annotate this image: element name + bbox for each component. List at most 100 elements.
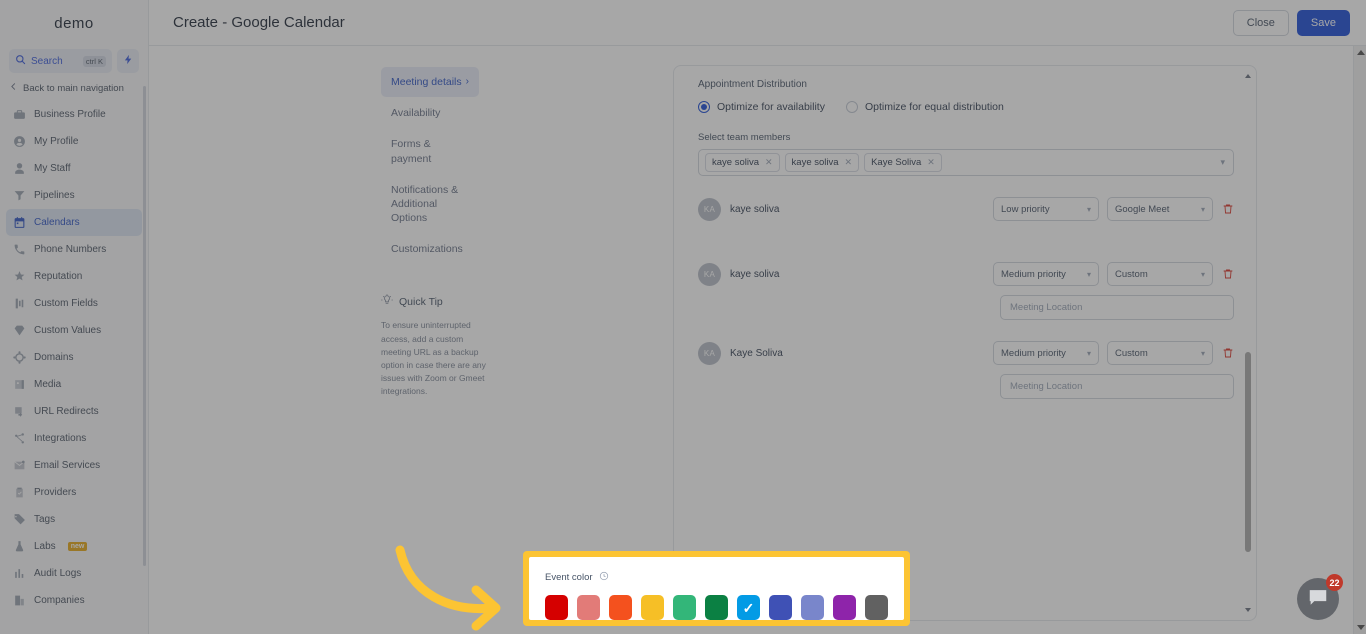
page-title: Create - Google Calendar xyxy=(173,14,345,31)
meeting-type-select[interactable]: Custom ▾ xyxy=(1107,341,1213,365)
sidebar-item-labs[interactable]: Labs new xyxy=(6,533,142,560)
sidebar-item-badge: new xyxy=(67,542,88,551)
card-scroll-up-icon[interactable] xyxy=(1244,72,1252,80)
sidebar-item-audit-logs[interactable]: Audit Logs xyxy=(6,560,142,587)
sidebar-item-calendars[interactable]: Calendars xyxy=(6,209,142,236)
meeting-type-select[interactable]: Custom ▾ xyxy=(1107,262,1213,286)
meeting-location-placeholder: Meeting Location xyxy=(1010,302,1083,313)
event-color-header: Event color xyxy=(545,568,888,586)
bar-chart-icon xyxy=(13,567,26,580)
flask-icon xyxy=(13,540,26,553)
sidebar-item-label: URL Redirects xyxy=(34,406,99,417)
color-swatch-dark-green[interactable] xyxy=(705,595,728,620)
priority-select[interactable]: Medium priority ▾ xyxy=(993,341,1099,365)
color-swatch-yellow[interactable] xyxy=(641,595,664,620)
sidebar-item-my-profile[interactable]: My Profile xyxy=(6,128,142,155)
sidebar-item-media[interactable]: Media xyxy=(6,371,142,398)
delete-member-button[interactable] xyxy=(1222,203,1234,215)
meeting-type-select[interactable]: Google Meet ▾ xyxy=(1107,197,1213,221)
info-circle-icon[interactable] xyxy=(599,568,609,586)
scroll-up-arrow-icon[interactable] xyxy=(1354,46,1366,59)
radio-dot[interactable] xyxy=(845,101,858,113)
delete-member-button[interactable] xyxy=(1222,347,1234,359)
radio-dot[interactable] xyxy=(698,101,710,113)
sidebar-item-business-profile[interactable]: Business Profile xyxy=(6,101,142,128)
team-member-chip[interactable]: kaye soliva ✕ xyxy=(784,153,860,172)
member-name: kaye soliva xyxy=(730,268,780,280)
sidebar-item-label: Media xyxy=(34,379,62,390)
event-color-swatches: ✓ xyxy=(545,595,888,620)
color-swatch-red[interactable] xyxy=(545,595,568,620)
distribution-radio-group: Optimize for availability Optimize for eq… xyxy=(698,101,1234,113)
sidebar-item-tags[interactable]: Tags xyxy=(6,506,142,533)
tag-icon xyxy=(13,513,26,526)
close-button[interactable]: Close xyxy=(1232,9,1289,36)
quick-actions-button[interactable] xyxy=(117,49,139,73)
radio-optimize-equal-distribution[interactable]: Optimize for equal distribution xyxy=(845,101,1004,113)
sidebar-item-url-redirects[interactable]: URL Redirects xyxy=(6,398,142,425)
link-icon xyxy=(13,405,26,418)
chip-remove-icon[interactable]: ✕ xyxy=(927,157,935,168)
chevron-down-icon: ▾ xyxy=(1086,204,1091,214)
radio-optimize-availability[interactable]: Optimize for availability xyxy=(698,101,825,113)
team-member-row: KA kaye soliva Low priority ▾ Google Meet ▾ xyxy=(698,197,1234,241)
sidebar-item-pipelines[interactable]: Pipelines xyxy=(6,182,142,209)
color-swatch-mint-green[interactable] xyxy=(673,595,696,620)
chevron-down-icon: ▾ xyxy=(1220,157,1225,167)
event-color-panel: Event color ✓ xyxy=(529,557,904,620)
sidebar-item-phone-numbers[interactable]: Phone Numbers xyxy=(6,236,142,263)
meeting-location-input[interactable]: Meeting Location xyxy=(1000,295,1234,320)
search-input[interactable]: Search ctrl K xyxy=(9,49,112,73)
sidebar-item-providers[interactable]: Providers xyxy=(6,479,142,506)
chat-widget-button[interactable]: 22 xyxy=(1297,574,1343,620)
color-swatch-periwinkle[interactable] xyxy=(801,595,824,620)
sidebar-item-custom-values[interactable]: Custom Values xyxy=(6,317,142,344)
chip-remove-icon[interactable]: ✕ xyxy=(845,157,853,168)
priority-select[interactable]: Low priority ▾ xyxy=(993,197,1099,221)
sidebar-item-integrations[interactable]: Integrations xyxy=(6,425,142,452)
sidebar-item-label: Business Profile xyxy=(34,109,106,120)
color-swatch-graphite[interactable] xyxy=(865,595,888,620)
meeting-details-card: Appointment Distribution Optimize for av… xyxy=(673,65,1257,621)
team-member-chip[interactable]: Kaye Soliva ✕ xyxy=(864,153,942,172)
color-swatch-purple[interactable] xyxy=(833,595,856,620)
meeting-type-value: Custom xyxy=(1115,347,1148,359)
brand-logo[interactable]: demo xyxy=(0,0,148,47)
sidebar-item-custom-fields[interactable]: Custom Fields xyxy=(6,290,142,317)
color-swatch-salmon[interactable] xyxy=(577,595,600,620)
sidebar-scrollbar[interactable] xyxy=(143,86,146,566)
chevron-down-icon: ▾ xyxy=(1086,348,1091,358)
avatar: KA xyxy=(698,262,721,286)
select-team-members-label: Select team members xyxy=(698,132,791,143)
card-scroll-thumb[interactable] xyxy=(1245,352,1251,552)
team-member-list: KA kaye soliva Low priority ▾ Google Meet ▾ KA… xyxy=(698,197,1234,399)
sidebar-item-companies[interactable]: Companies xyxy=(6,587,142,614)
sidebar-item-reputation[interactable]: Reputation xyxy=(6,263,142,290)
back-to-main-navigation[interactable]: Back to main navigation xyxy=(0,73,148,101)
priority-select[interactable]: Medium priority ▾ xyxy=(993,262,1099,286)
team-member-row: KA kaye soliva Medium priority ▾ Custom ▾ Meet… xyxy=(698,262,1234,320)
sidebar-item-my-staff[interactable]: My Staff xyxy=(6,155,142,182)
event-color-highlight: Event color ✓ xyxy=(523,551,910,626)
sidebar-item-domains[interactable]: Domains xyxy=(6,344,142,371)
building-icon xyxy=(13,594,26,607)
share-nodes-icon xyxy=(13,432,26,445)
color-swatch-orange[interactable] xyxy=(609,595,632,620)
save-button[interactable]: Save xyxy=(1296,9,1350,36)
member-name: kaye soliva xyxy=(730,203,780,215)
color-swatch-light-blue[interactable]: ✓ xyxy=(737,595,760,620)
color-swatch-indigo[interactable] xyxy=(769,595,792,620)
chip-label: kaye soliva xyxy=(791,157,839,168)
team-members-select[interactable]: kaye soliva ✕ kaye soliva ✕ Kaye Soliva ✕ ▾ xyxy=(698,149,1234,176)
delete-member-button[interactable] xyxy=(1222,268,1234,280)
card-scrollbar[interactable] xyxy=(1244,72,1252,614)
sidebar-item-email-services[interactable]: Email Services xyxy=(6,452,142,479)
sidebar-item-label: Audit Logs xyxy=(34,568,82,579)
lightning-bolt-icon xyxy=(123,52,134,70)
event-color-label: Event color xyxy=(545,571,593,583)
team-member-chip[interactable]: kaye soliva ✕ xyxy=(705,153,780,172)
chip-remove-icon[interactable]: ✕ xyxy=(765,157,773,168)
card-scroll-down-icon[interactable] xyxy=(1244,606,1252,614)
search-placeholder: Search xyxy=(31,55,63,67)
meeting-location-input[interactable]: Meeting Location xyxy=(1000,374,1234,399)
